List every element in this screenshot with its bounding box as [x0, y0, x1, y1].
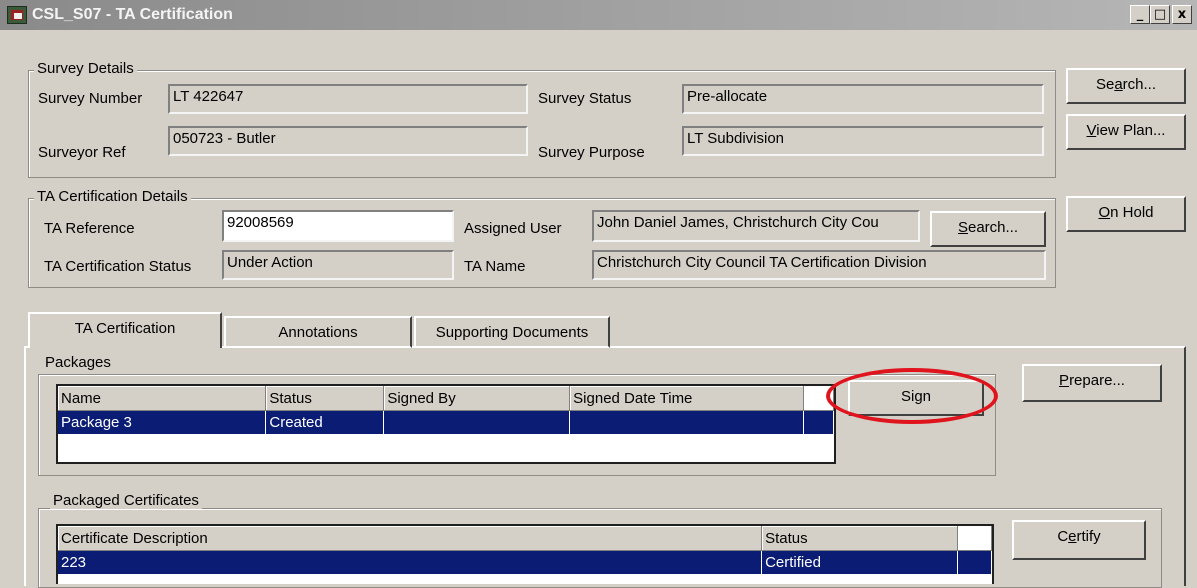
- title-bar[interactable]: CSL_S07 - TA Certification _ □ x: [0, 0, 1197, 30]
- app-icon: [7, 6, 27, 24]
- packaged-certificates-legend: Packaged Certificates: [50, 492, 202, 509]
- packages-column-header[interactable]: Signed By: [383, 386, 571, 411]
- minimize-icon[interactable]: _: [1130, 5, 1150, 24]
- packages-column-header[interactable]: Status: [265, 386, 385, 411]
- package-signed-date-cell[interactable]: [569, 410, 804, 434]
- survey-number-label: Survey Number: [38, 90, 143, 107]
- tab-supporting-documents[interactable]: Supporting Documents: [414, 316, 610, 348]
- certificates-column-header[interactable]: Status: [761, 526, 958, 551]
- certify-button[interactable]: Certify: [1012, 520, 1146, 560]
- packages-legend: Packages: [42, 354, 114, 371]
- package-name-cell[interactable]: Package 3: [58, 410, 267, 434]
- assigned-user-label: Assigned User: [464, 220, 562, 237]
- window-title: CSL_S07 - TA Certification: [32, 6, 233, 23]
- certificate-status-cell[interactable]: Certified: [761, 550, 958, 574]
- view-plan-button[interactable]: View Plan...: [1066, 114, 1186, 150]
- table-row[interactable]: Package 3 Created: [58, 410, 834, 434]
- maximize-icon[interactable]: □: [1150, 5, 1170, 24]
- surveyor-ref-label: Surveyor Ref: [38, 144, 126, 161]
- search-user-button[interactable]: Search...: [930, 211, 1046, 247]
- ta-name-label: TA Name: [464, 258, 526, 275]
- ta-certification-status-label: TA Certification Status: [44, 258, 192, 275]
- certificates-column-header[interactable]: Certificate Description: [58, 526, 763, 551]
- certificate-row-filler: [957, 550, 992, 574]
- certificates-grid[interactable]: Certificate Description Status 223 Certi…: [56, 524, 994, 584]
- ta-certification-details-legend: TA Certification Details: [34, 188, 191, 205]
- package-signed-by-cell[interactable]: [383, 410, 571, 434]
- surveyor-ref-field[interactable]: 050723 - Butler: [168, 126, 528, 156]
- survey-details-legend: Survey Details: [34, 60, 137, 77]
- certificates-header-filler: [957, 526, 992, 551]
- close-icon[interactable]: x: [1172, 5, 1192, 24]
- package-row-filler: [803, 410, 834, 434]
- ta-name-field[interactable]: Christchurch City Council TA Certificati…: [592, 250, 1046, 280]
- search-survey-button[interactable]: Search...: [1066, 68, 1186, 104]
- ta-reference-input[interactable]: 92008569: [222, 210, 454, 242]
- sign-highlight-circle: [826, 368, 998, 424]
- tab-ta-certification[interactable]: TA Certification: [28, 312, 222, 348]
- survey-status-field[interactable]: Pre-allocate: [682, 84, 1044, 114]
- assigned-user-field[interactable]: John Daniel James, Christchurch City Cou: [592, 210, 920, 242]
- survey-purpose-label: Survey Purpose: [538, 144, 645, 161]
- table-row[interactable]: 223 Certified: [58, 550, 992, 574]
- package-status-cell[interactable]: Created: [265, 410, 385, 434]
- survey-purpose-field[interactable]: LT Subdivision: [682, 126, 1044, 156]
- on-hold-button[interactable]: On Hold: [1066, 196, 1186, 232]
- tab-annotations[interactable]: Annotations: [224, 316, 412, 348]
- packages-grid[interactable]: Name Status Signed By Signed Date Time P…: [56, 384, 836, 464]
- prepare-button[interactable]: Prepare...: [1022, 364, 1162, 402]
- survey-status-label: Survey Status: [538, 90, 632, 107]
- packages-column-header[interactable]: Name: [58, 386, 267, 411]
- packages-column-header[interactable]: Signed Date Time: [569, 386, 804, 411]
- certificate-description-cell[interactable]: 223: [58, 550, 763, 574]
- ta-reference-label: TA Reference: [44, 220, 135, 237]
- ta-certification-status-field[interactable]: Under Action: [222, 250, 454, 280]
- survey-number-field[interactable]: LT 422647: [168, 84, 528, 114]
